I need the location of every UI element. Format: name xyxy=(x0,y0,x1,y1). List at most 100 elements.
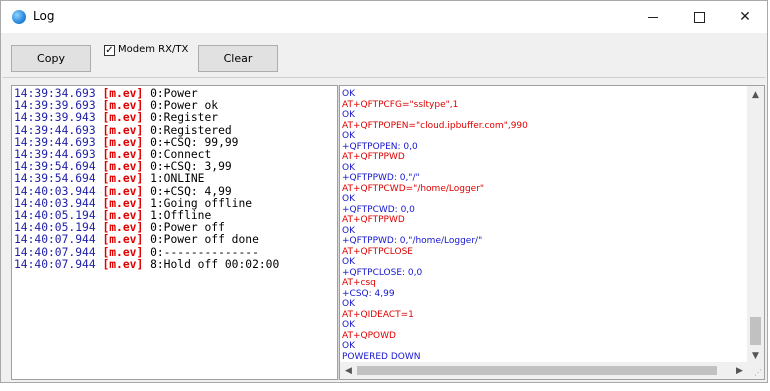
modem-rx-line: OK xyxy=(342,89,355,99)
scroll-right-icon[interactable]: ▶ xyxy=(731,362,748,379)
modem-rx-line: +QFTPCWD: 0,0 xyxy=(342,204,415,215)
log-tag: [m.ev] xyxy=(102,184,144,198)
modem-rx-line: POWERED DOWN xyxy=(342,351,421,362)
modem-rx-line: OK xyxy=(342,299,355,309)
log-message: 0:Power xyxy=(150,87,198,100)
modem-rx-line: OK xyxy=(342,320,355,330)
maximize-button[interactable] xyxy=(676,1,722,33)
scroll-left-icon[interactable]: ◀ xyxy=(340,362,357,379)
modem-tx-line: AT+QFTPCWD="/home/Logger" xyxy=(342,183,485,194)
modem-rxtx-checkbox[interactable]: ✓ Modem RX/TX xyxy=(104,44,188,56)
horizontal-scroll-thumb[interactable] xyxy=(357,366,717,375)
scroll-corner: ⋰ xyxy=(747,362,764,379)
log-timestamp: 14:39:44.693 xyxy=(14,135,96,149)
log-tag: [m.ev] xyxy=(102,160,144,174)
log-timestamp: 14:39:34.693 xyxy=(14,87,96,100)
modem-rx-line: +QFTPOPEN: 0,0 xyxy=(342,141,418,152)
modem-rx-line: +CSQ: 4,99 xyxy=(342,288,395,299)
log-message: 1:Going offline xyxy=(150,196,253,210)
log-message: 1:Offline xyxy=(150,209,212,223)
log-message: 0:Power ok xyxy=(150,99,219,113)
log-timestamp: 14:39:39.693 xyxy=(14,99,96,113)
log-timestamp: 14:40:07.944 xyxy=(14,257,96,271)
modem-log-list: OK AT+QFTPCFG="ssltype",1 OK AT+QFTPOPEN="c… xyxy=(342,89,528,362)
modem-tx-line: AT+QPOWD xyxy=(342,330,396,341)
modem-rx-line: OK xyxy=(342,257,355,267)
log-message: 0:Registered xyxy=(150,123,232,137)
log-timestamp: 14:40:03.944 xyxy=(14,184,96,198)
horizontal-scrollbar[interactable]: ◀ ▶ xyxy=(340,362,748,379)
modem-rx-line: OK xyxy=(342,225,355,236)
log-timestamp: 14:39:54.694 xyxy=(14,160,96,174)
modem-rx-line: OK xyxy=(342,110,355,120)
clear-button[interactable]: Clear xyxy=(198,45,278,72)
modem-rx-line: OK xyxy=(342,162,355,173)
resize-grip-icon[interactable]: ⋰ xyxy=(754,368,762,377)
modem-rx-line: OK xyxy=(342,194,355,204)
log-tag: [m.ev] xyxy=(102,257,144,271)
log-message: 0:Power off done xyxy=(150,233,259,247)
modem-tx-line: AT+QFTPCFG="ssltype",1 xyxy=(342,99,459,110)
checkmark-icon: ✓ xyxy=(105,44,114,56)
window-title: Log xyxy=(33,9,55,23)
modem-log-panel[interactable]: OK AT+QFTPCFG="ssltype",1 OK AT+QFTPOPEN="c… xyxy=(340,85,765,380)
log-tag: [m.ev] xyxy=(102,99,144,113)
modem-tx-line: AT+QFTPCLOSE xyxy=(342,246,413,257)
log-message: 0:Power off xyxy=(150,221,225,235)
log-timestamp: 14:39:39.943 xyxy=(14,111,96,125)
log-timestamp: 14:39:54.694 xyxy=(14,172,96,186)
log-tag: [m.ev] xyxy=(102,196,144,210)
log-timestamp: 14:39:44.693 xyxy=(14,148,96,162)
log-message: 0:+CSQ: 99,99 xyxy=(150,135,239,149)
log-timestamp: 14:40:07.944 xyxy=(14,233,96,247)
log-tag: [m.ev] xyxy=(102,245,144,259)
log-message: 0:+CSQ: 3,99 xyxy=(150,160,232,174)
minimize-icon xyxy=(648,16,658,18)
event-log-list: 14:39:34.693 [m.ev] 0:Power 14:39:39.693 … xyxy=(14,87,280,271)
log-timestamp: 14:40:05.194 xyxy=(14,221,96,235)
log-message: 0:+CSQ: 4,99 xyxy=(150,184,232,198)
log-tag: [m.ev] xyxy=(102,172,144,186)
log-timestamp: 14:40:07.944 xyxy=(14,245,96,259)
event-log-panel[interactable]: 14:39:34.693 [m.ev] 0:Power 14:39:39.693 … xyxy=(11,85,337,380)
checkbox-box[interactable]: ✓ xyxy=(104,45,115,56)
modem-tx-line: AT+QFTPPWD xyxy=(342,215,405,225)
vertical-scroll-thumb[interactable] xyxy=(750,317,761,345)
modem-tx-line: AT+QFTPOPEN="cloud.ipbuffer.com",990 xyxy=(342,120,528,131)
log-timestamp: 14:39:44.693 xyxy=(14,123,96,137)
modem-rx-line: +QFTPPWD: 0,"/" xyxy=(342,173,420,183)
scroll-up-icon[interactable]: ▲ xyxy=(747,86,764,103)
close-icon: ✕ xyxy=(739,9,751,25)
modem-tx-line: AT+QFTPPWD xyxy=(342,152,405,162)
modem-tx-line: AT+csq xyxy=(342,278,376,288)
log-tag: [m.ev] xyxy=(102,221,144,235)
modem-rxtx-label: Modem RX/TX xyxy=(118,44,189,55)
minimize-button[interactable] xyxy=(630,1,676,33)
log-tag: [m.ev] xyxy=(102,111,144,125)
log-message: 0:Connect xyxy=(150,148,212,162)
modem-rx-line: OK xyxy=(342,341,355,351)
log-message: 8:Hold off 00:02:00 xyxy=(150,257,280,271)
vertical-scrollbar[interactable]: ▲ ▼ xyxy=(747,86,764,364)
log-tag: [m.ev] xyxy=(102,148,144,162)
log-timestamp: 14:40:03.944 xyxy=(14,196,96,210)
toolbar: Copy ✓ Modem RX/TX Clear xyxy=(3,34,765,78)
title-bar[interactable]: Log ✕ xyxy=(1,1,767,33)
modem-rx-line: +QFTPPWD: 0,"/home/Logger/" xyxy=(342,236,483,246)
modem-tx-line: AT+QIDEACT=1 xyxy=(342,309,414,320)
log-tag: [m.ev] xyxy=(102,209,144,223)
log-row: 14:40:07.944 [m.ev] 8:Hold off 00:02:00 xyxy=(14,257,280,271)
log-tag: [m.ev] xyxy=(102,87,144,100)
log-tag: [m.ev] xyxy=(102,233,144,247)
maximize-icon xyxy=(693,11,705,23)
log-timestamp: 14:40:05.194 xyxy=(14,209,96,223)
close-button[interactable]: ✕ xyxy=(722,1,768,33)
log-window: Log ✕ Copy ✓ Modem RX/TX Clear 14:39:34.… xyxy=(0,0,768,383)
modem-rx-line: OK xyxy=(342,131,355,141)
log-message: 0:Register xyxy=(150,111,219,125)
log-tag: [m.ev] xyxy=(102,135,144,149)
log-message: 1:ONLINE xyxy=(150,172,205,186)
copy-button[interactable]: Copy xyxy=(11,45,91,72)
modem-rx-line: +QFTPCLOSE: 0,0 xyxy=(342,267,423,278)
log-message: 0:-------------- xyxy=(150,245,259,259)
